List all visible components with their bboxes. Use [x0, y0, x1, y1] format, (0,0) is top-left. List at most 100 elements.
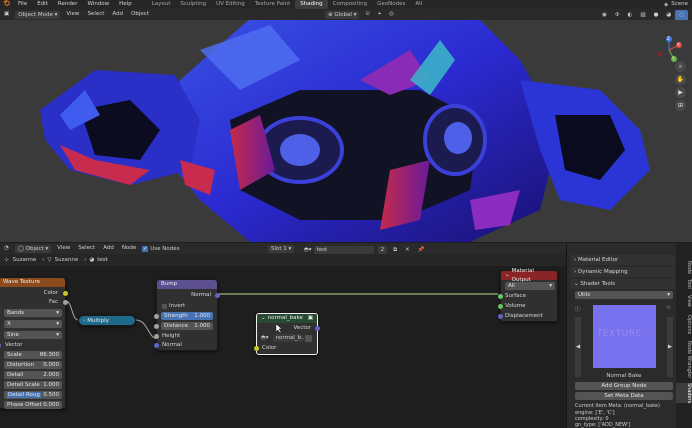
3d-viewport[interactable]: X Y Z ⌕ ✋ ▶ ⊞: [0, 20, 692, 242]
menu-add-node[interactable]: Add: [99, 243, 118, 254]
material-name-field[interactable]: test: [313, 246, 374, 254]
preview-prev-button[interactable]: ◀: [575, 317, 581, 377]
tab-texture-paint[interactable]: Texture Paint: [250, 0, 296, 9]
menu-view-node[interactable]: View: [53, 243, 74, 254]
panel-material-editor[interactable]: › Material Editor: [571, 255, 675, 265]
material-output-node[interactable]: ⌄ Material Output All ▾ Surface Volume Di…: [498, 268, 558, 322]
tab-view[interactable]: View: [676, 295, 692, 307]
bump-node[interactable]: Bump Normal Invert Strength 1.000 Distanc…: [154, 279, 220, 351]
normal-bake-out-socket[interactable]: [315, 326, 320, 331]
set-meta-data-button[interactable]: Set Meta Data: [575, 392, 673, 400]
perspective-grid-icon[interactable]: ⊞: [675, 100, 686, 111]
shader-type-dropdown[interactable]: ◯ Object ▾: [14, 244, 52, 253]
normal-bake-in-socket[interactable]: [254, 346, 259, 351]
favorite-star-icon[interactable]: ☆: [666, 305, 671, 311]
output-volume-socket[interactable]: [498, 304, 503, 309]
wave-type-dropdown[interactable]: Bands ▾: [4, 309, 62, 317]
breadcrumb-object[interactable]: Suzanne: [13, 257, 37, 263]
checkbox-icon: [162, 303, 167, 309]
wave-phase-offset-field[interactable]: Phase Offset 0.000: [4, 401, 62, 409]
wave-profile-dropdown[interactable]: Sine ▾: [4, 331, 62, 339]
tab-options[interactable]: Options: [676, 315, 692, 334]
wave-detail-roughness-field[interactable]: Detail Roug 0.500: [4, 391, 62, 399]
image-texture-icon[interactable]: ◓▾: [261, 335, 269, 341]
tab-node-wrangler[interactable]: Node Wrangler: [676, 341, 692, 378]
material-users-count[interactable]: 2: [377, 246, 388, 254]
add-group-node-button[interactable]: Add Group Node: [575, 382, 673, 390]
menu-render[interactable]: Render: [53, 0, 83, 9]
bump-normal-out-socket[interactable]: [215, 293, 220, 298]
menu-edit[interactable]: Edit: [32, 0, 53, 9]
panel-shader-tools[interactable]: ⌄ Shader Tools: [571, 279, 675, 289]
object-mode-dropdown[interactable]: Object Mode ▾: [15, 10, 61, 19]
menu-select-3d[interactable]: Select: [83, 9, 108, 20]
tab-compositing[interactable]: Compositing: [328, 0, 372, 9]
node-canvas[interactable]: Wave Texture Color Fac Bands ▾ X ▾ Sine ▾ V…: [0, 266, 566, 428]
orientation-dropdown[interactable]: ⊕ Global ▾: [324, 10, 360, 19]
preview-next-button[interactable]: ▶: [667, 317, 673, 377]
normal-bake-preview-image[interactable]: TEXTURE: [593, 305, 656, 368]
utils-dropdown[interactable]: Utils ▾: [575, 291, 673, 299]
info-icon[interactable]: ⓘ: [575, 305, 581, 313]
breadcrumb-material[interactable]: test: [97, 257, 108, 263]
tab-sculpting[interactable]: Sculpting: [175, 0, 211, 9]
multiply-node[interactable]: › Multiply: [78, 315, 136, 326]
bump-height-socket[interactable]: [154, 334, 159, 339]
wave-texture-node[interactable]: Wave Texture Color Fac Bands ▾ X ▾ Sine ▾ V…: [0, 277, 68, 409]
use-nodes-toggle[interactable]: ✓ Use Nodes: [142, 245, 179, 252]
bump-normal-in-socket[interactable]: [154, 343, 159, 348]
output-surface-socket[interactable]: [498, 294, 503, 299]
material-sphere-icon[interactable]: ◓▾: [304, 247, 312, 253]
wave-phase-offset-value: 0.000: [43, 402, 59, 408]
wave-distortion-field[interactable]: Distortion 0.000: [4, 361, 62, 369]
tab-layout[interactable]: Layout: [147, 0, 176, 9]
slot-dropdown[interactable]: Slot 1 ▾: [268, 244, 295, 253]
pan-hand-icon[interactable]: ✋: [675, 74, 686, 85]
proportional-edit-icon[interactable]: ◎: [385, 9, 398, 20]
tab-all[interactable]: All: [410, 0, 427, 9]
editor-type-icon[interactable]: ▣: [0, 9, 13, 20]
menu-add-3d[interactable]: Add: [108, 9, 127, 20]
bump-strength-socket[interactable]: [154, 314, 159, 319]
tab-shading[interactable]: Shading: [295, 0, 328, 9]
menu-view-3d[interactable]: View: [62, 9, 83, 20]
wave-vector-socket[interactable]: [0, 343, 1, 348]
menu-file[interactable]: File: [13, 0, 32, 9]
wave-axis-dropdown[interactable]: X ▾: [4, 320, 62, 328]
normal-bake-image-field[interactable]: normal_b...: [272, 334, 306, 342]
wave-scale-field[interactable]: Scale 86.300: [4, 351, 62, 359]
bump-invert-checkbox[interactable]: Invert: [162, 302, 185, 310]
menu-select-node[interactable]: Select: [74, 243, 99, 254]
preview-caption: Normal Bake: [606, 373, 642, 379]
wave-detail-field[interactable]: Detail 2.000: [4, 371, 62, 379]
normal-bake-node[interactable]: ⌄ normal_bake ▣ Vector ◓▾ normal_b... Co…: [254, 313, 320, 355]
image-browse-icon[interactable]: [304, 334, 312, 342]
tab-node[interactable]: Node: [676, 261, 692, 274]
menu-object-3d[interactable]: Object: [127, 9, 153, 20]
wave-fac-socket[interactable]: [63, 300, 68, 305]
bump-distance-socket[interactable]: [154, 324, 159, 329]
output-target-label: All: [508, 283, 515, 289]
camera-icon[interactable]: ▶: [675, 87, 686, 98]
tab-shaders[interactable]: Shaders: [676, 383, 692, 404]
menu-help[interactable]: Help: [114, 0, 137, 9]
menu-window[interactable]: Window: [82, 0, 114, 9]
tab-geonodes[interactable]: GeoNodes: [372, 0, 410, 9]
tab-tool[interactable]: Tool: [676, 279, 692, 289]
panel-dynamic-mapping[interactable]: › Dynamic Mapping: [571, 267, 675, 277]
collapse-arrow-icon: ⌄: [261, 315, 266, 321]
output-displacement-socket[interactable]: [498, 314, 503, 319]
tab-uv-editing[interactable]: UV Editing: [211, 0, 250, 9]
wave-detail-scale-field[interactable]: Detail Scale 1.000: [4, 381, 62, 389]
output-target-dropdown[interactable]: All ▾: [505, 282, 555, 290]
node-editor-type-icon[interactable]: ◔: [0, 243, 13, 254]
scene-name[interactable]: Scene: [671, 0, 688, 9]
zoom-icon[interactable]: ⌕: [675, 61, 686, 72]
bump-distance-field[interactable]: Distance 1.000: [161, 322, 213, 330]
pivot-icon[interactable]: ⊙: [361, 9, 374, 20]
wave-color-socket[interactable]: [63, 291, 68, 296]
snap-icon[interactable]: ⌖: [374, 9, 385, 20]
bump-strength-field[interactable]: Strength 1.000: [161, 312, 213, 320]
breadcrumb-mesh[interactable]: Suzanne: [55, 257, 79, 263]
menu-node[interactable]: Node: [118, 243, 140, 254]
